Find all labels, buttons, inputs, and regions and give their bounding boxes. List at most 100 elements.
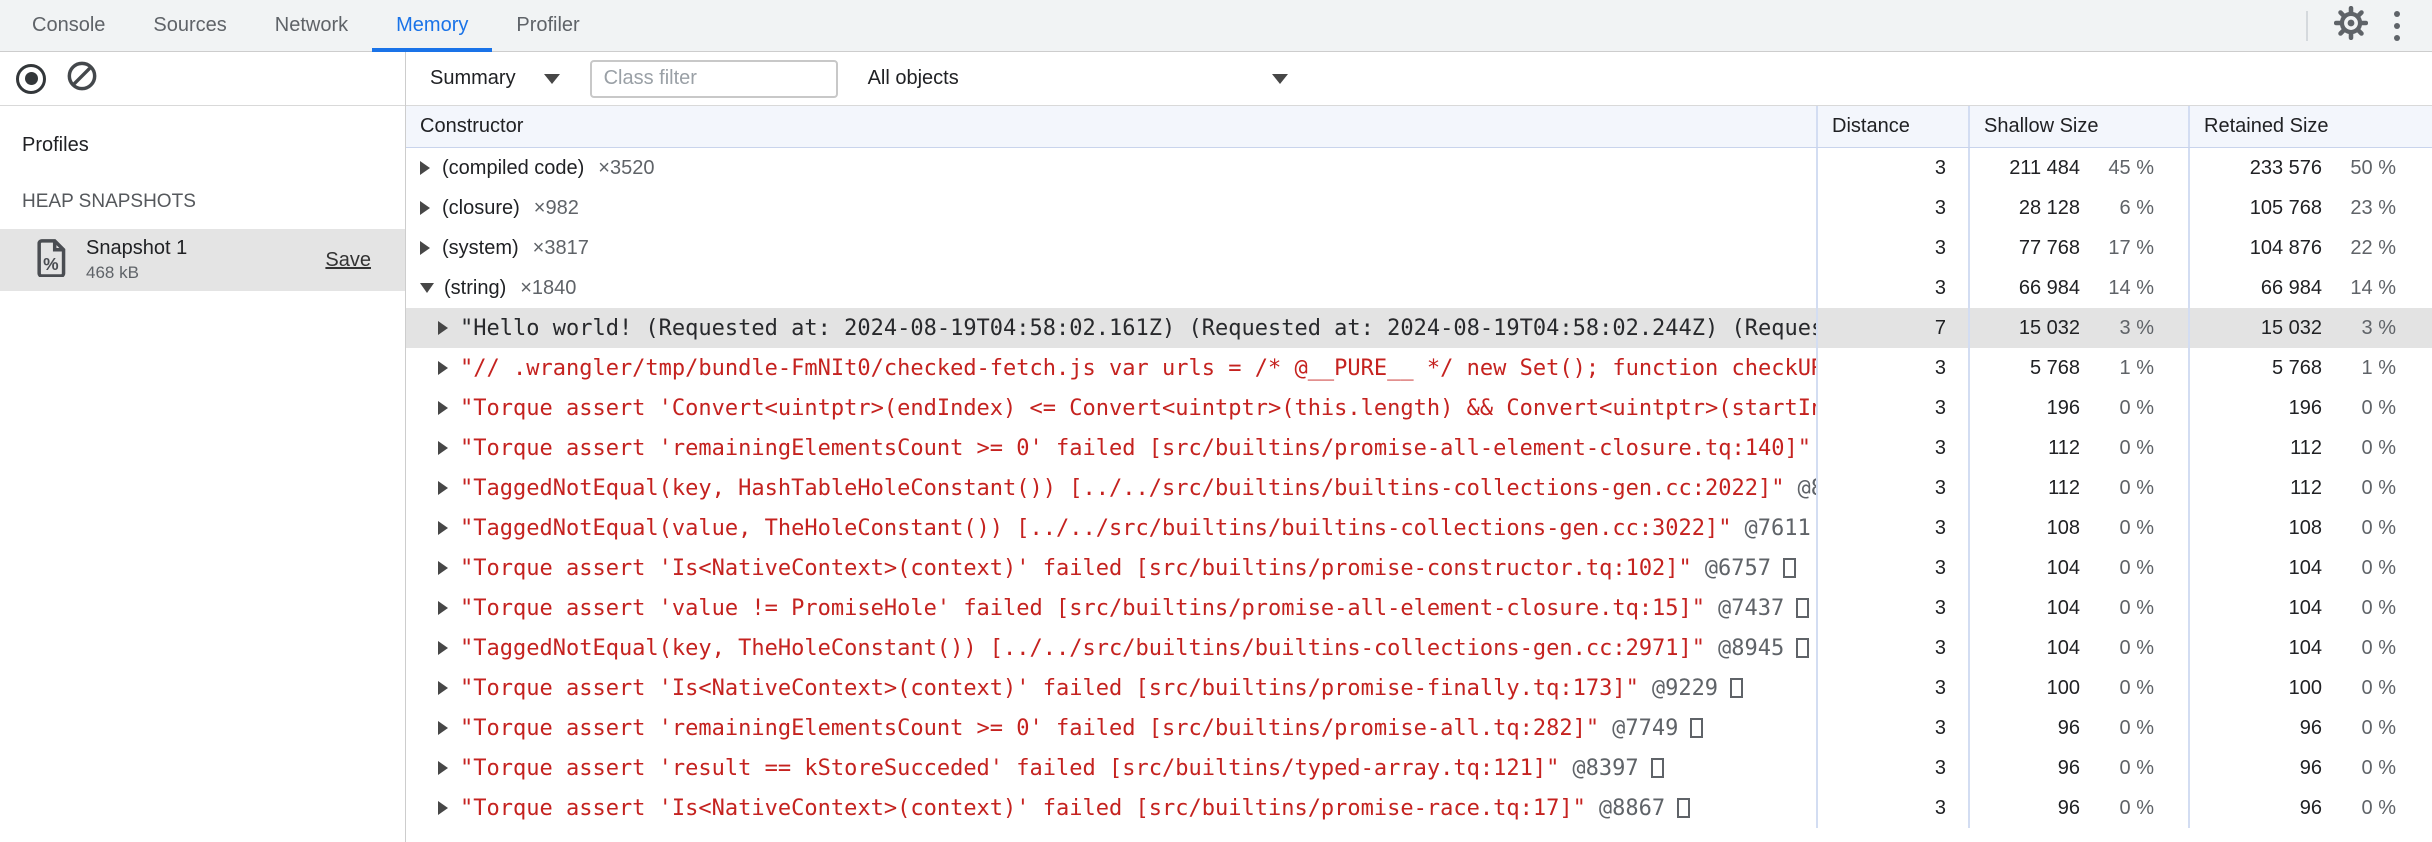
table-row[interactable]: (string) ×1840 3 66 984 14 % 66 984 14 % (406, 268, 2432, 308)
expand-arrow-icon[interactable] (438, 801, 448, 815)
expand-arrow-icon[interactable] (438, 441, 448, 455)
column-header-constructor[interactable]: Constructor (406, 106, 1816, 147)
table-row[interactable]: (compiled code) ×3520 3 211 484 45 % 233 576 5… (406, 148, 2432, 188)
distance-cell-value: 3 (1934, 796, 1946, 819)
tab-sources[interactable]: Sources (129, 0, 250, 51)
shallow-size-cell: 108 0 % (1968, 508, 2188, 548)
profiles-sidebar: Profiles HEAP SNAPSHOTS % Snapshot 1 468… (0, 52, 406, 842)
string-value: "TaggedNotEqual(key, TheHoleConstant()) … (460, 635, 1706, 661)
glyph-box-icon (1796, 598, 1810, 618)
expand-arrow-icon[interactable] (420, 161, 430, 175)
constructor-cell: "Torque assert 'Convert<uintptr>(endInde… (406, 388, 1816, 428)
clear-profiles-button[interactable] (66, 60, 98, 97)
table-row[interactable]: "Torque assert 'Is<NativeContext>(contex… (406, 788, 2432, 828)
retained-size-cell: 105 768 23 % (2188, 188, 2432, 228)
distance-cell: 3 (1816, 468, 1968, 508)
class-filter-input[interactable] (589, 59, 838, 98)
distance-cell: 3 (1816, 428, 1968, 468)
constructor-cell: "// .wrangler/tmp/bundle-FmNIt0/checked-… (406, 348, 1816, 388)
expand-arrow-icon[interactable] (438, 681, 448, 695)
shallow-size-cell-value: 108 (2046, 516, 2080, 539)
shallow-size-cell: 211 484 45 % (1968, 148, 2188, 188)
table-row[interactable]: (system) ×3817 3 77 768 17 % 104 876 22 % (406, 228, 2432, 268)
object-id: @9229 (1651, 675, 1719, 701)
expand-arrow-icon[interactable] (438, 401, 448, 415)
expand-arrow-icon[interactable] (438, 481, 448, 495)
constructor-cell: "Torque assert 'Is<NativeContext>(contex… (406, 788, 1816, 828)
expand-arrow-icon[interactable] (438, 601, 448, 615)
table-row[interactable]: "TaggedNotEqual(value, TheHoleConstant()… (406, 508, 2432, 548)
column-header-retained-size[interactable]: Retained Size (2188, 106, 2432, 147)
grid-body: (compiled code) ×3520 3 211 484 45 % 233 576 5… (406, 148, 2432, 842)
distance-cell: 3 (1816, 588, 1968, 628)
string-value: "TaggedNotEqual(key, HashTableHoleConsta… (460, 475, 1785, 501)
tab-console[interactable]: Console (8, 0, 129, 51)
expand-arrow-icon[interactable] (438, 761, 448, 775)
expand-arrow-icon[interactable] (420, 241, 430, 255)
retained-size-cell-percent: 0 % (2361, 476, 2396, 499)
tab-memory[interactable]: Memory (372, 0, 493, 52)
column-header-shallow-size[interactable]: Shallow Size (1968, 106, 2188, 147)
table-row[interactable]: "Torque assert 'Convert<uintptr>(endInde… (406, 388, 2432, 428)
distance-cell-value: 3 (1934, 516, 1946, 539)
shallow-size-cell-percent: 0 % (2119, 756, 2154, 779)
expand-arrow-icon[interactable] (438, 721, 448, 735)
table-row[interactable]: (closure) ×982 3 28 128 6 % 105 768 23 % (406, 188, 2432, 228)
take-heap-snapshot-button[interactable] (16, 63, 46, 94)
table-row[interactable]: "Torque assert 'remainingElementsCount >… (406, 428, 2432, 468)
expand-arrow-icon[interactable] (438, 641, 448, 655)
table-row[interactable]: "TaggedNotEqual(key, HashTableHoleConsta… (406, 468, 2432, 508)
table-row[interactable]: "Torque assert 'remainingElementsCount >… (406, 708, 2432, 748)
shallow-size-cell-value: 104 (2046, 556, 2080, 579)
sidebar-content: Profiles HEAP SNAPSHOTS % Snapshot 1 468… (0, 106, 405, 291)
constructor-cell: (compiled code) ×3520 (406, 148, 1816, 188)
table-row[interactable]: "Torque assert 'value != PromiseHole' fa… (406, 588, 2432, 628)
table-row[interactable]: "// .wrangler/tmp/bundle-FmNIt0/checked-… (406, 348, 2432, 388)
grid-header: Constructor Distance Shallow Size Retain… (406, 106, 2432, 148)
shallow-size-cell: 104 0 % (1968, 548, 2188, 588)
glyph-box-icon (1650, 758, 1664, 778)
table-row[interactable]: "TaggedNotEqual(key, TheHoleConstant()) … (406, 628, 2432, 668)
retained-size-cell-value: 66 984 (2260, 276, 2322, 299)
distance-cell-value: 3 (1934, 556, 1946, 579)
table-row[interactable]: "Torque assert 'result == kStoreSucceded… (406, 748, 2432, 788)
save-snapshot-link[interactable]: Save (325, 249, 371, 272)
constructor-name: (system) (442, 236, 519, 259)
retained-size-cell-value: 96 (2299, 756, 2322, 779)
expand-arrow-icon[interactable] (438, 521, 448, 535)
column-header-distance[interactable]: Distance (1816, 106, 1968, 147)
retained-size-cell-value: 104 (2288, 636, 2322, 659)
tab-network[interactable]: Network (251, 0, 372, 51)
distance-cell: 3 (1816, 148, 1968, 188)
shallow-size-cell: 112 0 % (1968, 468, 2188, 508)
distance-cell-value: 3 (1934, 676, 1946, 699)
expand-arrow-icon[interactable] (438, 361, 448, 375)
more-menu-button[interactable] (2374, 3, 2420, 49)
distance-cell-value: 3 (1934, 236, 1946, 259)
glyph-box-icon (1690, 718, 1704, 738)
record-icon (24, 72, 38, 85)
table-row[interactable]: "Torque assert 'Is<NativeContext>(contex… (406, 548, 2432, 588)
settings-button[interactable] (2328, 3, 2374, 49)
retained-size-cell: 100 0 % (2188, 668, 2432, 708)
constructor-name: (closure) (442, 196, 520, 219)
expand-arrow-icon[interactable] (420, 201, 430, 215)
string-value: "Torque assert 'remainingElementsCount >… (460, 435, 1812, 461)
distance-cell-value: 3 (1934, 476, 1946, 499)
tab-profiler[interactable]: Profiler (492, 0, 603, 51)
object-filter-select[interactable]: All objects (868, 67, 1288, 90)
distance-cell-value: 7 (1934, 316, 1946, 339)
table-row[interactable]: "Hello world! (Requested at: 2024-08-19T… (406, 308, 2432, 348)
table-row[interactable]: "Torque assert 'Is<NativeContext>(contex… (406, 668, 2432, 708)
expand-arrow-icon[interactable] (438, 321, 448, 335)
retained-size-cell-percent: 23 % (2350, 196, 2396, 219)
perspective-select[interactable]: Summary (430, 67, 560, 90)
shallow-size-cell: 96 0 % (1968, 708, 2188, 748)
expand-arrow-icon[interactable] (438, 561, 448, 575)
shallow-size-cell-value: 104 (2046, 596, 2080, 619)
instance-count: ×3520 (598, 156, 655, 179)
sidebar-item-snapshot-1[interactable]: % Snapshot 1 468 kB Save (0, 229, 405, 291)
retained-size-cell: 104 0 % (2188, 628, 2432, 668)
shallow-size-cell: 5 768 1 % (1968, 348, 2188, 388)
collapse-arrow-icon[interactable] (420, 283, 434, 293)
